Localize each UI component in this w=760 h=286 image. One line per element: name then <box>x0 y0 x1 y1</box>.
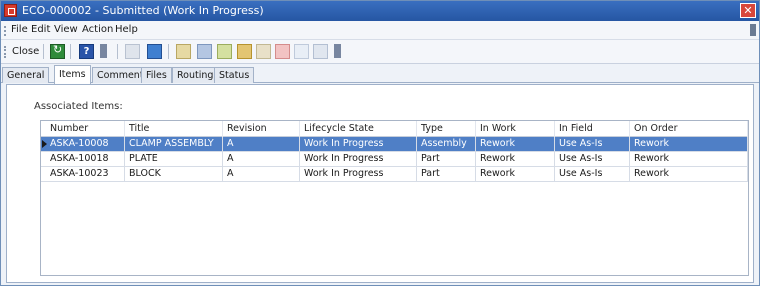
cell-revision[interactable]: A <box>223 137 300 152</box>
tab-items[interactable]: Items <box>54 65 91 84</box>
close-window-button[interactable]: ✕ <box>740 3 756 18</box>
menu-action[interactable]: Action <box>82 24 113 35</box>
lock-icon[interactable] <box>217 44 232 59</box>
pencil-icon[interactable] <box>237 44 252 59</box>
table-row[interactable]: ASKA-10023 BLOCK A Work In Progress Part… <box>41 167 748 182</box>
tab-status[interactable]: Status <box>214 67 255 83</box>
cell-lifecycle-state[interactable]: Work In Progress <box>300 167 417 182</box>
menu-edit[interactable]: Edit <box>31 24 50 35</box>
add-icon[interactable] <box>147 44 162 59</box>
tab-general[interactable]: General <box>2 67 50 83</box>
toolbar: Close ? <box>1 40 759 64</box>
cell-title[interactable]: CLAMP ASSEMBLY <box>125 137 223 152</box>
close-button[interactable]: Close <box>9 43 42 60</box>
refresh-icon[interactable] <box>50 43 65 59</box>
cell-revision[interactable]: A <box>223 152 300 167</box>
cell-lifecycle-state[interactable]: Work In Progress <box>300 137 417 152</box>
table-row[interactable]: ASKA-10008 CLAMP ASSEMBLY A Work In Prog… <box>41 137 748 152</box>
eco-window: ECO-000002 - Submitted (Work In Progress… <box>0 0 760 286</box>
column-header-on-order[interactable]: On Order <box>630 121 748 137</box>
cell-title[interactable]: PLATE <box>125 152 223 167</box>
menu-grip-icon <box>4 26 6 36</box>
items-panel: Associated Items: Number Title Revision … <box>6 84 754 283</box>
tab-files[interactable]: Files <box>141 67 172 83</box>
app-icon <box>4 4 17 17</box>
toolbar-dropdown-icon[interactable] <box>100 44 107 58</box>
cell-title[interactable]: BLOCK <box>125 167 223 182</box>
cell-in-work[interactable]: Rework <box>476 137 555 152</box>
cell-on-order[interactable]: Rework <box>630 167 748 182</box>
column-header-title[interactable]: Title <box>125 121 223 137</box>
window-title: ECO-000002 - Submitted (Work In Progress… <box>22 4 264 17</box>
column-header-number[interactable]: Number <box>46 121 125 137</box>
toolbar-separator <box>43 44 44 59</box>
menu-overflow-icon[interactable] <box>750 24 756 36</box>
new-icon[interactable] <box>125 44 140 59</box>
menu-bar: File Edit View Action Help <box>1 21 759 40</box>
cell-number[interactable]: ASKA-10018 <box>46 152 125 167</box>
table-header: Number Title Revision Lifecycle State Ty… <box>41 121 748 137</box>
tab-routing[interactable]: Routing <box>172 67 219 83</box>
cell-in-work[interactable]: Rework <box>476 167 555 182</box>
checkin-icon[interactable] <box>294 44 309 59</box>
column-header-type[interactable]: Type <box>417 121 476 137</box>
copy-icon[interactable] <box>197 44 212 59</box>
menu-file[interactable]: File <box>11 24 28 35</box>
cell-on-order[interactable]: Rework <box>630 137 748 152</box>
tab-strip: General Items Comments Files Routing Sta… <box>1 64 759 84</box>
delete-icon[interactable] <box>275 44 290 59</box>
cell-revision[interactable]: A <box>223 167 300 182</box>
toolbar-separator <box>117 44 118 59</box>
toolbar-overflow-icon[interactable] <box>334 44 341 58</box>
undo-icon[interactable] <box>256 44 271 59</box>
help-icon[interactable]: ? <box>79 44 94 59</box>
cell-type[interactable]: Assembly <box>417 137 476 152</box>
cell-type[interactable]: Part <box>417 167 476 182</box>
cell-in-field[interactable]: Use As-Is <box>555 167 630 182</box>
cell-type[interactable]: Part <box>417 152 476 167</box>
toolbar-grip-icon <box>4 46 6 58</box>
column-header-in-work[interactable]: In Work <box>476 121 555 137</box>
associated-items-label: Associated Items: <box>34 101 123 112</box>
cell-in-field[interactable]: Use As-Is <box>555 152 630 167</box>
edit-icon[interactable] <box>176 44 191 59</box>
cell-lifecycle-state[interactable]: Work In Progress <box>300 152 417 167</box>
properties-icon[interactable] <box>313 44 328 59</box>
title-bar: ECO-000002 - Submitted (Work In Progress… <box>1 1 759 21</box>
column-header-in-field[interactable]: In Field <box>555 121 630 137</box>
menu-help[interactable]: Help <box>115 24 138 35</box>
cell-number[interactable]: ASKA-10023 <box>46 167 125 182</box>
items-table: Number Title Revision Lifecycle State Ty… <box>40 120 749 276</box>
cell-on-order[interactable]: Rework <box>630 152 748 167</box>
cell-number[interactable]: ASKA-10008 <box>46 137 125 152</box>
column-header-revision[interactable]: Revision <box>223 121 300 137</box>
column-header-lifecycle-state[interactable]: Lifecycle State <box>300 121 417 137</box>
menu-view[interactable]: View <box>54 24 78 35</box>
table-row[interactable]: ASKA-10018 PLATE A Work In Progress Part… <box>41 152 748 167</box>
toolbar-separator <box>70 44 71 59</box>
cell-in-field[interactable]: Use As-Is <box>555 137 630 152</box>
cell-in-work[interactable]: Rework <box>476 152 555 167</box>
toolbar-separator <box>168 44 169 59</box>
